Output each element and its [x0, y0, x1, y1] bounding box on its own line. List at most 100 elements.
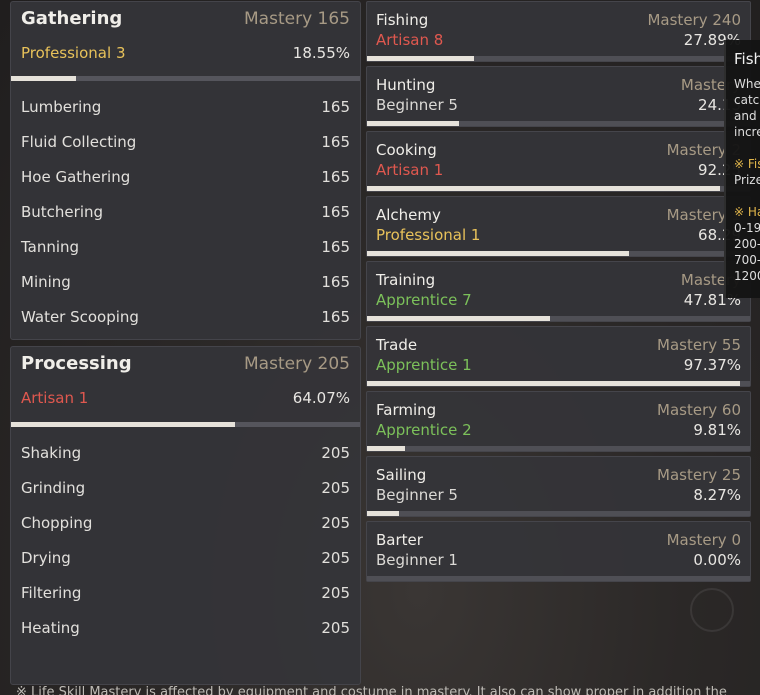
- background-emblem-icon: [690, 588, 734, 632]
- subskill-row: Filtering 205: [21, 576, 350, 611]
- processing-progress-bar: [11, 422, 360, 427]
- skill-name: Hunting: [376, 76, 436, 94]
- skill-mastery: Mastery 60: [657, 401, 741, 419]
- skill-rank: Beginner 5: [376, 96, 458, 114]
- subskill-row: Shaking 205: [21, 436, 350, 471]
- subskill-value: 205: [321, 479, 350, 497]
- subskill-name: Drying: [21, 549, 71, 567]
- skill-card-training[interactable]: Training Apprentice 7 Mastery 47.81%: [366, 261, 751, 322]
- subskill-row: Heating 205: [21, 611, 350, 646]
- skill-rank: Apprentice 1: [376, 356, 472, 374]
- subskill-name: Tanning: [21, 238, 80, 256]
- subskill-name: Grinding: [21, 479, 86, 497]
- skill-name: Alchemy: [376, 206, 441, 224]
- subskill-value: 165: [321, 308, 350, 326]
- subskill-value: 205: [321, 514, 350, 532]
- tooltip-range: 700-: [734, 253, 760, 267]
- tooltip-line: and A: [734, 109, 760, 123]
- tooltip-range: 0-19: [734, 221, 760, 235]
- skill-card-sailing[interactable]: Sailing Beginner 5 Mastery 25 8.27%: [366, 456, 751, 517]
- gathering-title: Gathering: [21, 8, 123, 29]
- skill-mastery: Mastery 240: [647, 11, 741, 29]
- processing-panel: Processing Mastery 205 Artisan 1 64.07% …: [10, 346, 361, 685]
- skill-card-cooking[interactable]: Cooking Artisan 1 Mastery 2 92.25: [366, 131, 751, 192]
- tooltip-range: 200-: [734, 237, 760, 251]
- subskill-name: Shaking: [21, 444, 82, 462]
- skill-percent: 0.00%: [693, 551, 741, 569]
- tooltip-title: Fish: [734, 50, 760, 68]
- subskill-name: Filtering: [21, 584, 82, 602]
- tooltip-note: ※ Ha: [734, 205, 760, 219]
- processing-rank: Artisan 1: [21, 389, 89, 407]
- subskill-row: Mining 165: [21, 265, 350, 300]
- subskill-value: 205: [321, 619, 350, 637]
- tooltip-line: Prize: [734, 173, 760, 187]
- skill-progress-bar: [367, 56, 750, 61]
- subskill-name: Chopping: [21, 514, 93, 532]
- subskill-name: Hoe Gathering: [21, 168, 131, 186]
- fishing-tooltip: Fish Whe catch and A incre ※ Fis Prize ※…: [724, 40, 760, 298]
- skill-name: Fishing: [376, 11, 429, 29]
- subskill-value: 205: [321, 549, 350, 567]
- skill-progress-bar: [367, 121, 750, 126]
- processing-title: Processing: [21, 353, 132, 374]
- skill-progress-bar: [367, 381, 750, 386]
- skill-name: Cooking: [376, 141, 437, 159]
- subskill-row: Fluid Collecting 165: [21, 125, 350, 160]
- subskill-row: Butchering 165: [21, 195, 350, 230]
- skill-name: Sailing: [376, 466, 427, 484]
- footer-note: ※ Life Skill Mastery is affected by equi…: [16, 685, 727, 695]
- processing-header: Processing Mastery 205 Artisan 1 64.07%: [11, 347, 360, 419]
- subskill-value: 165: [321, 168, 350, 186]
- subskill-row: Grinding 205: [21, 471, 350, 506]
- subskill-value: 165: [321, 203, 350, 221]
- subskill-name: Mining: [21, 273, 71, 291]
- skill-rank: Artisan 8: [376, 31, 444, 49]
- skill-progress-bar: [367, 446, 750, 451]
- subskill-row: Tanning 165: [21, 230, 350, 265]
- skill-card-alchemy[interactable]: Alchemy Professional 1 Mastery 1 68.29: [366, 196, 751, 257]
- skill-percent: 97.37%: [683, 356, 741, 374]
- tooltip-note: ※ Fis: [734, 157, 760, 171]
- skill-rank: Professional 1: [376, 226, 481, 244]
- skill-progress-bar: [367, 316, 750, 321]
- subskill-row: Hoe Gathering 165: [21, 160, 350, 195]
- subskill-value: 205: [321, 444, 350, 462]
- skill-name: Training: [376, 271, 436, 289]
- skill-rank: Beginner 5: [376, 486, 458, 504]
- subskill-value: 165: [321, 273, 350, 291]
- skill-progress-bar: [367, 251, 750, 256]
- skill-percent: 8.27%: [693, 486, 741, 504]
- skill-progress-bar: [367, 576, 750, 581]
- gathering-percent: 18.55%: [292, 44, 350, 62]
- subskill-name: Butchering: [21, 203, 104, 221]
- processing-mastery: Mastery 205: [244, 354, 350, 374]
- gathering-panel: Gathering Mastery 165 Professional 3 18.…: [10, 1, 361, 340]
- skill-card-hunting[interactable]: Hunting Beginner 5 Mastery 24.13: [366, 66, 751, 127]
- processing-percent: 64.07%: [292, 389, 350, 407]
- subskill-name: Water Scooping: [21, 308, 139, 326]
- tooltip-line: Whe: [734, 77, 760, 91]
- subskill-row: Chopping 205: [21, 506, 350, 541]
- skill-card-trade[interactable]: Trade Apprentice 1 Mastery 55 97.37%: [366, 326, 751, 387]
- skill-rank: Beginner 1: [376, 551, 458, 569]
- subskill-row: Lumbering 165: [21, 90, 350, 125]
- tooltip-line: catch: [734, 93, 760, 107]
- skill-mastery: Mastery 55: [657, 336, 741, 354]
- subskill-name: Heating: [21, 619, 80, 637]
- subskill-value: 205: [321, 584, 350, 602]
- skill-name: Barter: [376, 531, 423, 549]
- subskill-row: Drying 205: [21, 541, 350, 576]
- skill-card-fishing[interactable]: Fishing Artisan 8 Mastery 240 27.89%: [366, 1, 751, 62]
- gathering-rank: Professional 3: [21, 44, 126, 62]
- skill-percent: 9.81%: [693, 421, 741, 439]
- skill-rank: Artisan 1: [376, 161, 444, 179]
- subskill-value: 165: [321, 133, 350, 151]
- subskill-row: Water Scooping 165: [21, 300, 350, 335]
- skill-mastery: Mastery 25: [657, 466, 741, 484]
- skill-card-farming[interactable]: Farming Apprentice 2 Mastery 60 9.81%: [366, 391, 751, 452]
- skill-progress-bar: [367, 186, 750, 191]
- subskill-value: 165: [321, 238, 350, 256]
- skill-name: Trade: [376, 336, 418, 354]
- skill-card-barter[interactable]: Barter Beginner 1 Mastery 0 0.00%: [366, 521, 751, 582]
